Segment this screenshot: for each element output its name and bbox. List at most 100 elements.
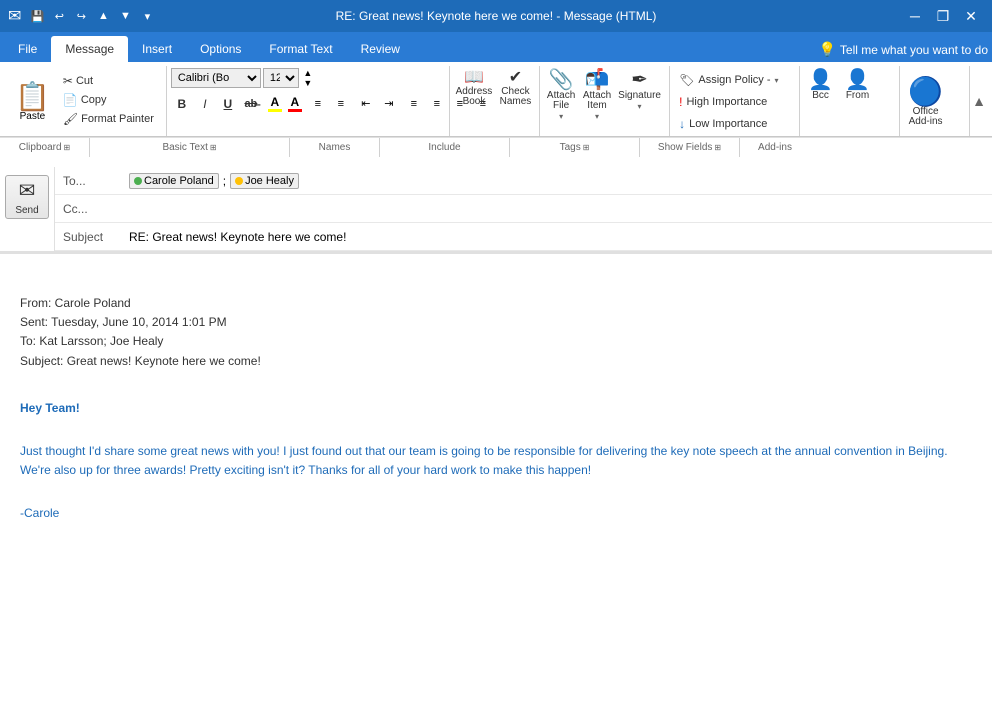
up-qat-button[interactable]: ▲	[93, 6, 113, 26]
cut-label: Cut	[76, 75, 93, 87]
attach-file-label: AttachFile	[547, 91, 575, 111]
low-importance-button[interactable]: ↓ Low Importance	[674, 114, 772, 134]
subject-label: Subject	[55, 226, 125, 248]
email-body[interactable]: From: Carole Poland Sent: Tuesday, June …	[0, 253, 992, 711]
office-add-ins-label: OfficeAdd-ins	[909, 107, 943, 127]
send-button[interactable]: ✉ Send	[5, 175, 49, 219]
office-add-ins-button[interactable]: 🔵 OfficeAdd-ins	[904, 76, 947, 129]
show-fields-group: 👤 Bcc 👤 From	[800, 66, 900, 136]
clipboard-expand-icon: ⊞	[64, 143, 71, 152]
copy-button[interactable]: 📄 Copy	[59, 91, 158, 109]
bcc-button[interactable]: 👤 Bcc	[804, 68, 837, 103]
minimize-button[interactable]: ─	[902, 6, 928, 26]
increase-indent-button[interactable]: ⇥	[378, 94, 400, 114]
paste-icon: 📋	[15, 83, 50, 111]
redo-qat-button[interactable]: ↪	[71, 6, 91, 26]
search-hint-text[interactable]: Tell me what you want to do	[840, 43, 988, 57]
clipboard-group-label[interactable]: Clipboard ⊞	[0, 138, 90, 157]
subject-input-area	[125, 227, 992, 247]
tab-insert[interactable]: Insert	[128, 36, 186, 62]
underline-button[interactable]: U	[217, 94, 239, 114]
tab-file[interactable]: File	[4, 36, 51, 62]
highlight-color-button[interactable]: A	[265, 93, 285, 114]
undo-qat-button[interactable]: ↩	[49, 6, 69, 26]
ribbon-collapse-button[interactable]: ▲	[970, 66, 988, 136]
send-icon: ✉	[19, 178, 36, 203]
send-panel: ✉ Send	[0, 167, 55, 251]
title-bar-left: ✉ 💾 ↩ ↪ ▲ ▼ ▾	[8, 6, 157, 26]
tags-group-label[interactable]: Tags ⊞	[510, 138, 640, 157]
attach-item-button[interactable]: 📬 AttachItem ▾	[580, 68, 614, 123]
recipient-joe-healy[interactable]: Joe Healy	[230, 173, 299, 189]
attach-file-button[interactable]: 📎 AttachFile ▾	[544, 68, 578, 123]
italic-button[interactable]: I	[194, 94, 216, 114]
strikethrough-button[interactable]: ab̶	[240, 94, 262, 114]
to-label[interactable]: To...	[55, 170, 125, 192]
email-metadata: From: Carole Poland Sent: Tuesday, June …	[20, 294, 972, 371]
tab-format-text[interactable]: Format Text	[255, 36, 346, 62]
to-text-input[interactable]	[303, 174, 988, 188]
font-size-decrease-button[interactable]: ▼	[301, 79, 315, 88]
restore-button[interactable]: ❐	[930, 6, 956, 26]
attach-file-icon: 📎	[549, 70, 574, 90]
font-row: Calibri (Bo 12 ▲ ▼	[171, 68, 315, 88]
font-size-buttons: ▲ ▼	[301, 69, 315, 88]
subject-meta-line: Subject: Great news! Keynote here we com…	[20, 352, 972, 371]
assign-policy-button[interactable]: 🏷 Assign Policy - ▾	[674, 70, 783, 90]
add-ins-group-label: Add-ins	[740, 138, 810, 157]
cut-button[interactable]: ✂ Cut	[59, 72, 158, 90]
bullet-list-button[interactable]: ≡	[307, 94, 329, 114]
paste-label: Paste	[20, 111, 46, 122]
high-importance-button[interactable]: ! High Importance	[674, 92, 772, 112]
decrease-indent-button[interactable]: ⇤	[355, 94, 377, 114]
font-size-select[interactable]: 12	[263, 68, 299, 88]
font-size-increase-button[interactable]: ▲	[301, 69, 315, 78]
high-importance-icon: !	[679, 95, 682, 109]
basic-text-expand-icon: ⊞	[210, 143, 217, 152]
basic-text-group: Calibri (Bo 12 ▲ ▼ B I U ab̶	[167, 66, 450, 136]
bcc-icon: 👤	[808, 70, 833, 90]
carole-poland-name: Carole Poland	[144, 175, 214, 187]
subject-field-row: Subject	[55, 223, 992, 251]
bold-button[interactable]: B	[171, 94, 193, 114]
email-fields: To... Carole Poland ; Joe Healy Cc...	[55, 167, 992, 251]
check-names-icon: ✔	[509, 70, 522, 86]
cc-field-row: Cc...	[55, 195, 992, 223]
tab-options[interactable]: Options	[186, 36, 255, 62]
check-names-button[interactable]: ✔ CheckNames	[498, 68, 533, 109]
app-icon: ✉	[8, 6, 21, 26]
format-painter-icon: 🖌	[63, 112, 78, 126]
tab-message[interactable]: Message	[51, 36, 128, 62]
highlight-color-swatch	[268, 109, 282, 112]
basic-text-group-label[interactable]: Basic Text ⊞	[90, 138, 290, 157]
align-left-button[interactable]: ≡	[403, 94, 425, 114]
font-color-button[interactable]: A	[286, 93, 304, 114]
show-fields-group-label[interactable]: Show Fields ⊞	[640, 138, 740, 157]
address-book-button[interactable]: 📖 AddressBook	[454, 68, 494, 109]
ribbon-labels-row: Clipboard ⊞ Basic Text ⊞ Names Include T…	[0, 137, 992, 157]
cc-text-input[interactable]	[129, 202, 988, 216]
format-painter-button[interactable]: 🖌 Format Painter	[59, 110, 158, 128]
names-group-label: Names	[290, 138, 380, 157]
from-icon: 👤	[845, 70, 870, 90]
list-buttons: ≡ ≡	[307, 94, 352, 114]
numbered-list-button[interactable]: ≡	[330, 94, 352, 114]
signature-button[interactable]: ✒ Signature ▾	[616, 68, 663, 113]
save-qat-button[interactable]: 💾	[27, 6, 47, 26]
recipient-carole-poland[interactable]: Carole Poland	[129, 173, 219, 189]
font-family-select[interactable]: Calibri (Bo	[171, 68, 261, 88]
address-book-icon: 📖	[464, 70, 484, 86]
customize-qat-button[interactable]: ▾	[137, 6, 157, 26]
cc-label[interactable]: Cc...	[55, 198, 125, 220]
tab-review[interactable]: Review	[347, 36, 414, 62]
bcc-label: Bcc	[812, 91, 829, 101]
close-button[interactable]: ✕	[958, 6, 984, 26]
to-input-area: Carole Poland ; Joe Healy	[125, 170, 992, 192]
paste-button[interactable]: 📋 Paste	[8, 68, 57, 136]
subject-text-input[interactable]	[129, 230, 988, 244]
format-row: B I U ab̶ A A ≡ ≡	[171, 93, 494, 114]
from-button[interactable]: 👤 From	[841, 68, 874, 103]
align-center-button[interactable]: ≡	[426, 94, 448, 114]
to-field-row: To... Carole Poland ; Joe Healy	[55, 167, 992, 195]
down-qat-button[interactable]: ▼	[115, 6, 135, 26]
